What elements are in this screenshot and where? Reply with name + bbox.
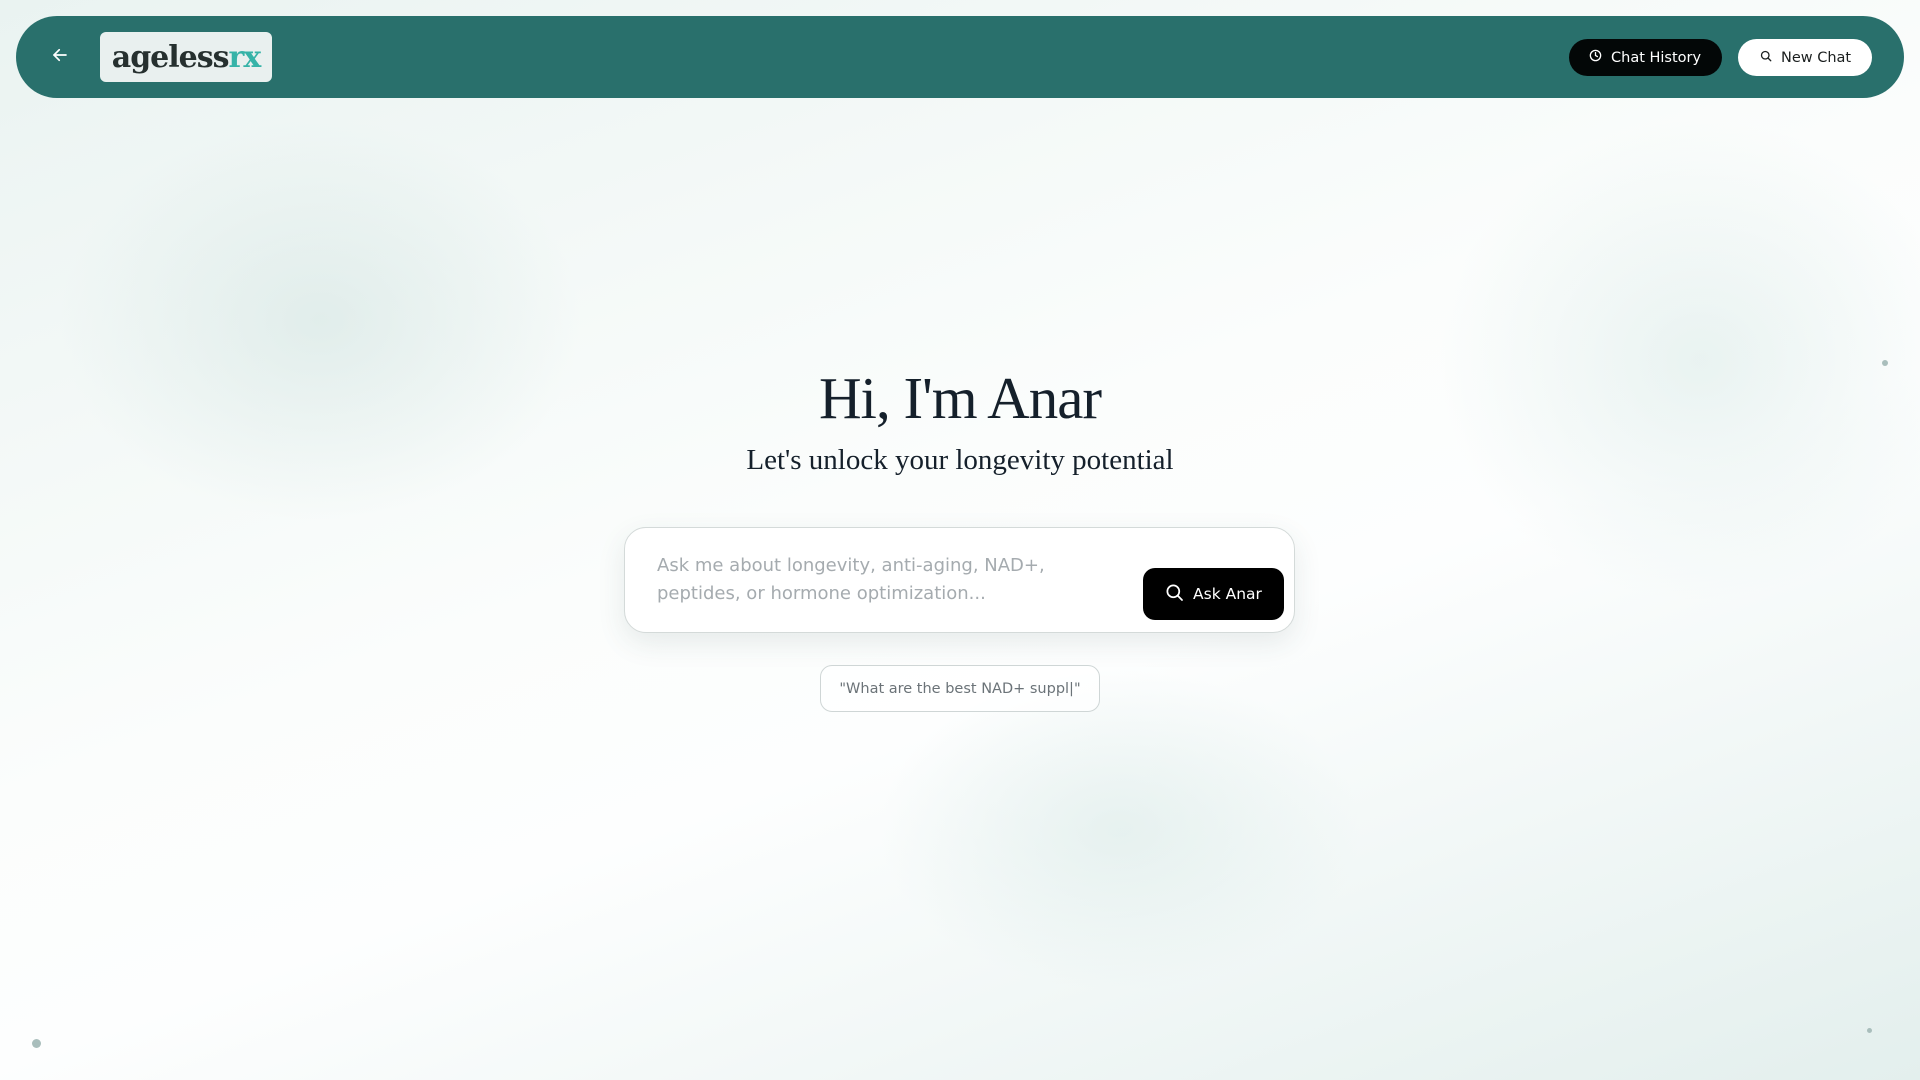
agelessrx-logo[interactable]: ageless rx <box>100 32 272 82</box>
new-chat-label: New Chat <box>1781 49 1852 66</box>
suggestion-chip[interactable]: "What are the best NAD+ suppl|" <box>820 665 1100 712</box>
new-chat-button[interactable]: New Chat <box>1738 39 1872 76</box>
search-icon <box>1760 50 1781 66</box>
chat-history-label: Chat History <box>1611 49 1702 66</box>
logo-text-accent: rx <box>228 39 262 75</box>
logo-text-primary: ageless <box>111 39 230 75</box>
decorative-dot <box>32 1039 41 1048</box>
page-title: Hi, I'm Anar <box>818 365 1102 431</box>
search-icon <box>1165 583 1193 606</box>
chat-history-button[interactable]: Chat History <box>1569 39 1722 76</box>
clock-icon <box>1589 49 1611 66</box>
ask-anar-button[interactable]: Ask Anar <box>1143 568 1284 620</box>
arrow-left-icon <box>51 46 69 68</box>
ask-input[interactable] <box>657 552 1077 612</box>
decorative-dot <box>1867 1028 1872 1033</box>
ask-anar-label: Ask Anar <box>1193 585 1262 603</box>
suggestion-text: "What are the best NAD+ suppl|" <box>839 680 1081 697</box>
top-header-bar: ageless rx Chat History New Chat <box>16 16 1904 98</box>
back-button[interactable] <box>40 37 80 77</box>
decorative-dot <box>1882 360 1888 366</box>
ask-card: Ask Anar <box>624 527 1295 633</box>
page-subtitle: Let's unlock your longevity potential <box>746 444 1174 476</box>
